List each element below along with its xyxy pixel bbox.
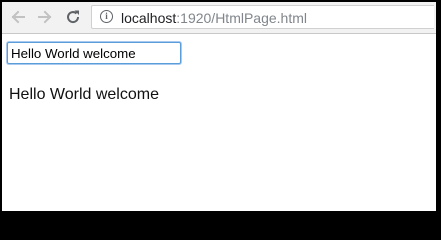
back-button[interactable] xyxy=(8,7,28,27)
reload-icon xyxy=(67,10,80,24)
text-input[interactable] xyxy=(7,42,181,64)
reload-button[interactable] xyxy=(63,7,83,27)
page-content: Hello World welcome xyxy=(2,34,436,211)
address-bar[interactable]: i localhost:1920/HtmlPage.html xyxy=(91,5,434,29)
info-icon[interactable]: i xyxy=(100,10,113,23)
url-text[interactable]: localhost:1920/HtmlPage.html xyxy=(121,10,307,26)
browser-window: i localhost:1920/HtmlPage.html Hello Wor… xyxy=(2,2,436,211)
arrow-left-icon xyxy=(11,10,25,24)
arrow-right-icon xyxy=(38,10,52,24)
browser-toolbar: i localhost:1920/HtmlPage.html xyxy=(2,2,436,34)
url-host: localhost xyxy=(121,10,177,26)
url-path: :1920/HtmlPage.html xyxy=(176,10,307,26)
forward-button[interactable] xyxy=(35,7,55,27)
output-text: Hello World welcome xyxy=(9,86,159,103)
